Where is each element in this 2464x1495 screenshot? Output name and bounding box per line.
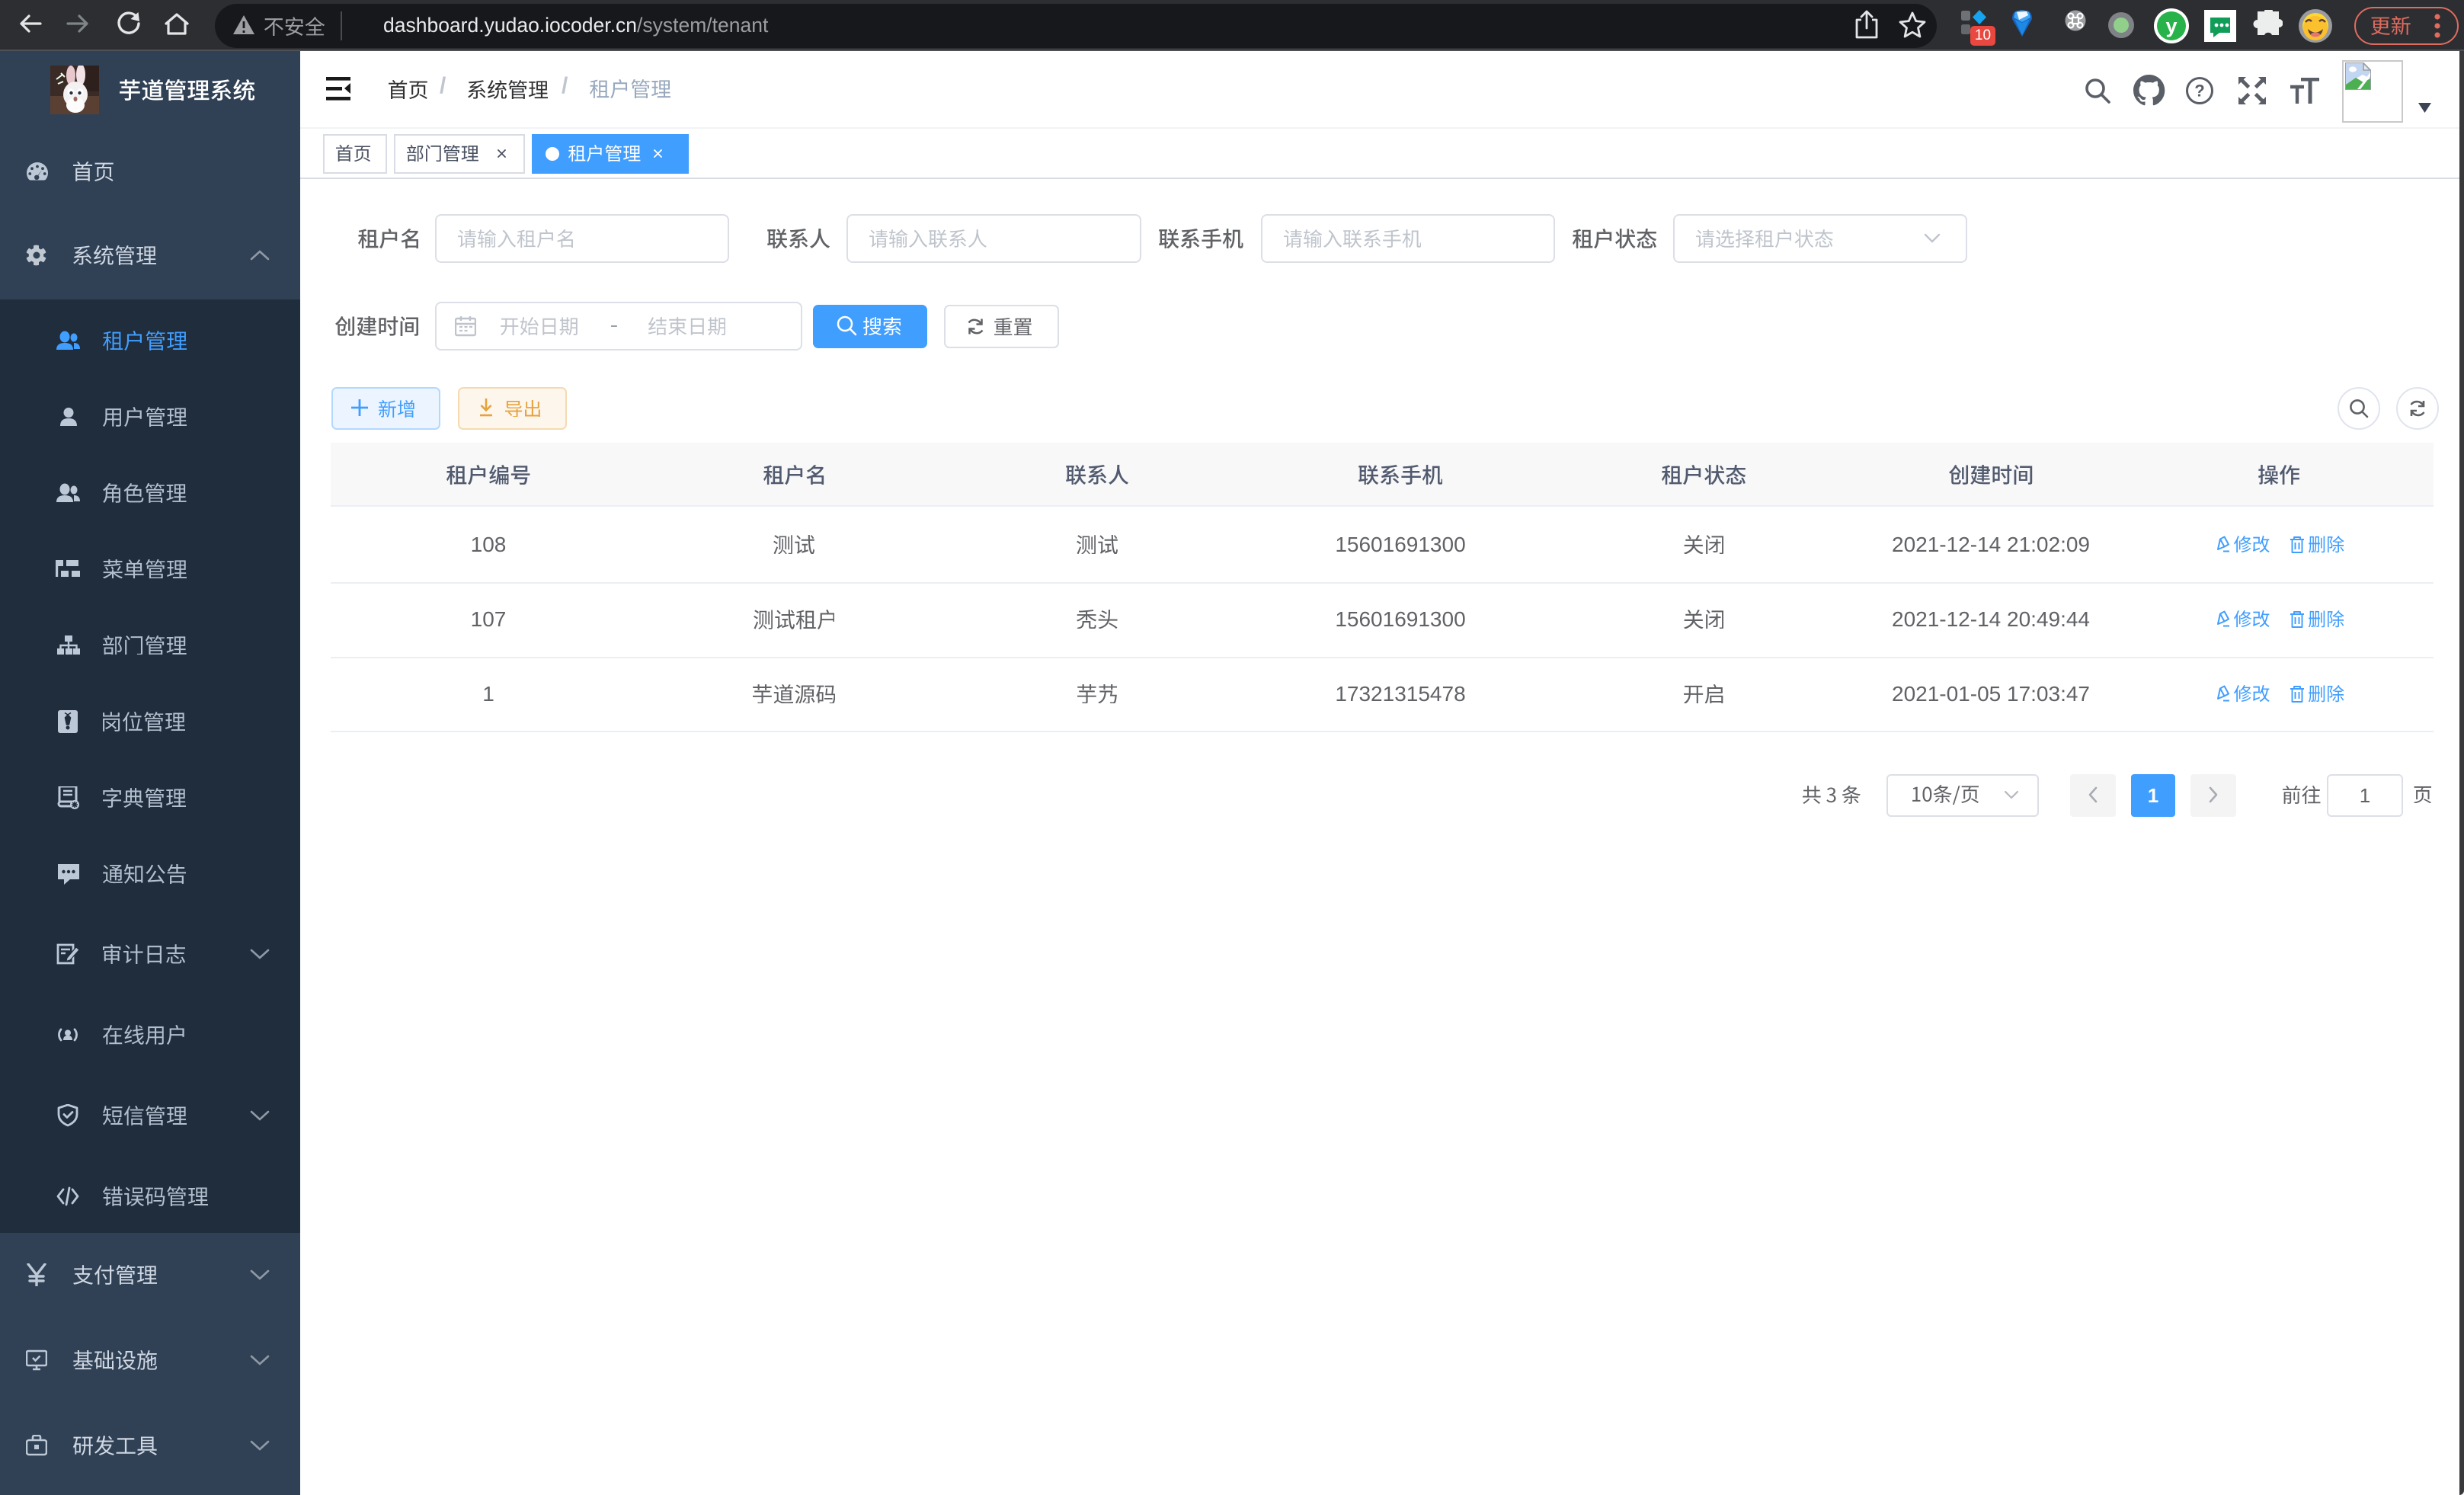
svg-text:y: y [2165,14,2177,37]
svg-text:?: ? [2194,82,2204,101]
